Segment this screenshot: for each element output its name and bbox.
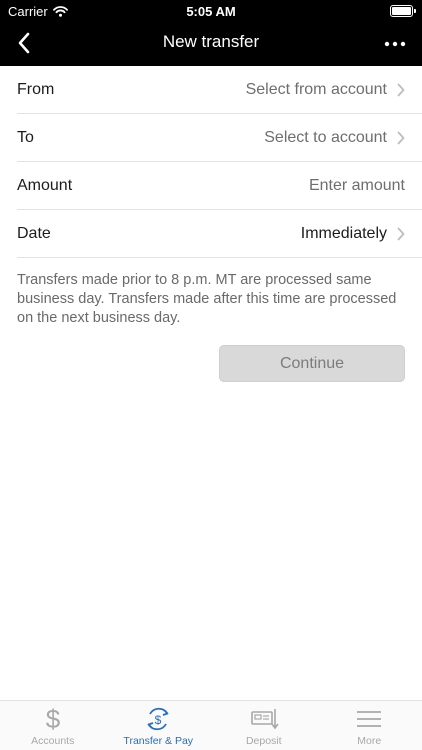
status-time: 5:05 AM	[186, 4, 236, 19]
from-account-row[interactable]: From Select from account	[17, 66, 422, 114]
continue-container: Continue	[0, 345, 422, 382]
svg-text:$: $	[155, 713, 162, 727]
transfer-cutoff-note: Transfers made prior to 8 p.m. MT are pr…	[17, 272, 397, 326]
battery-icon	[390, 5, 416, 17]
tab-more[interactable]: More	[317, 701, 422, 750]
from-value: Select from account	[246, 81, 405, 99]
to-value: Select to account	[264, 129, 405, 147]
navigation-bar: New transfer	[0, 22, 422, 66]
status-bar: Carrier 5:05 AM	[0, 0, 422, 22]
tab-accounts[interactable]: $ Accounts	[0, 701, 106, 750]
from-account-value: Select from account	[245, 80, 387, 98]
tab-deposit-label: Deposit	[245, 735, 282, 747]
tab-transfer-pay[interactable]: $ Transfer & Pay	[106, 701, 212, 750]
tab-accounts-label: Accounts	[31, 735, 75, 747]
transfer-pay-icon: $	[143, 705, 173, 733]
tab-transfer-pay-label: Transfer & Pay	[123, 735, 194, 747]
page-title: New transfer	[162, 32, 260, 51]
continue-button[interactable]: Continue	[219, 345, 405, 382]
to-account-row[interactable]: To Select to account	[17, 114, 422, 162]
tab-more-label: More	[357, 735, 382, 747]
chevron-right-icon	[397, 227, 405, 240]
chevron-right-icon	[397, 83, 405, 96]
tab-bar: $ Accounts $ Transfer & Pay Deposit More	[0, 700, 422, 750]
menu-lines-icon	[354, 705, 384, 733]
amount-label: Amount	[17, 176, 73, 194]
amount-row[interactable]: Amount Enter amount	[17, 162, 422, 210]
dollar-icon: $	[38, 705, 68, 733]
deposit-check-icon	[249, 705, 279, 733]
date-label: Date	[17, 224, 51, 242]
to-account-value: Select to account	[264, 128, 387, 146]
tab-deposit[interactable]: Deposit	[211, 701, 317, 750]
more-horizontal-icon	[384, 41, 406, 47]
date-row[interactable]: Date Immediately	[17, 210, 422, 258]
transfer-form: From Select from account To Select to ac…	[17, 66, 422, 258]
date-value: Immediately	[301, 225, 405, 243]
amount-input[interactable]: Enter amount	[309, 177, 405, 195]
more-options-button[interactable]	[382, 32, 408, 56]
top-bar: Carrier 5:05 AM New transfer	[0, 0, 422, 66]
chevron-right-icon	[397, 131, 405, 144]
from-label: From	[17, 80, 55, 98]
date-selected-value: Immediately	[300, 224, 387, 242]
to-label: To	[17, 128, 34, 146]
svg-text:$: $	[46, 705, 61, 733]
